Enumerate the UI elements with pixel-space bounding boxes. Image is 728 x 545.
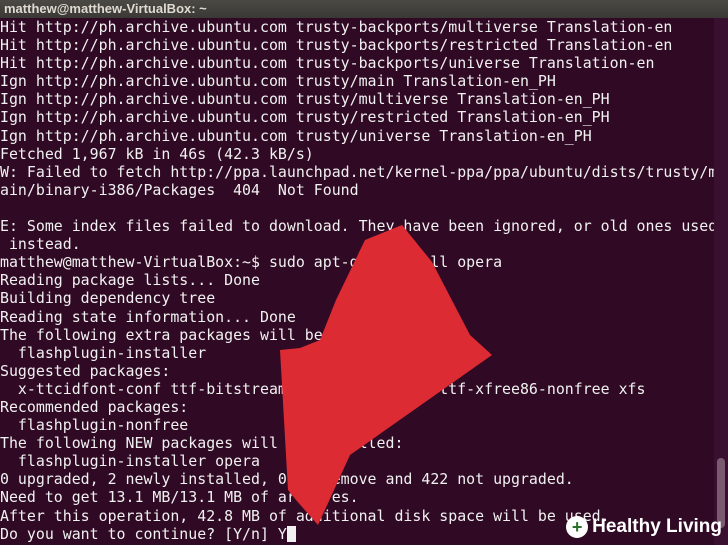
terminal-line: Reading state information... Done bbox=[0, 307, 296, 326]
terminal-line: Hit http://ph.archive.ubuntu.com trusty-… bbox=[0, 18, 673, 36]
terminal-line: The following NEW packages will be insta… bbox=[0, 434, 404, 453]
terminal-output[interactable]: Hit http://ph.archive.ubuntu.com trusty-… bbox=[0, 18, 714, 545]
watermark-text: Healthy Living bbox=[592, 516, 722, 537]
terminal-line: The following extra packages will be ins… bbox=[0, 325, 422, 344]
terminal-line: x-ttcidfont-conf ttf-bitstream-vera ttf-… bbox=[0, 379, 646, 398]
terminal-prompt-line: matthew@matthew-VirtualBox:~$ sudo apt-g… bbox=[0, 253, 503, 272]
terminal-line: Ign http://ph.archive.ubuntu.com trusty/… bbox=[0, 108, 610, 127]
terminal-line: instead. bbox=[0, 235, 81, 254]
plus-icon: + bbox=[566, 516, 589, 538]
text-cursor bbox=[286, 525, 296, 542]
terminal-line: Ign http://ph.archive.ubuntu.com trusty/… bbox=[0, 72, 556, 91]
healthy-living-watermark: + Healthy Living bbox=[566, 513, 722, 541]
scrollbar[interactable] bbox=[714, 18, 728, 545]
terminal-line: Building dependency tree bbox=[0, 289, 216, 308]
terminal-line: E: Some index files failed to download. … bbox=[0, 217, 714, 236]
terminal-line: Suggested packages: bbox=[0, 361, 171, 380]
terminal-line: flashplugin-installer bbox=[0, 343, 207, 362]
terminal-line: Ign http://ph.archive.ubuntu.com trusty/… bbox=[0, 126, 592, 145]
terminal-line: W: Failed to fetch http://ppa.launchpad.… bbox=[0, 162, 714, 181]
terminal-line: 0 upgraded, 2 newly installed, 0 to remo… bbox=[0, 470, 574, 489]
terminal-line: Fetched 1,967 kB in 46s (42.3 kB/s) bbox=[0, 144, 314, 163]
terminal-line: Recommended packages: bbox=[0, 397, 189, 416]
terminal-line: Reading package lists... Done bbox=[0, 271, 260, 290]
terminal-line: flashplugin-installer opera bbox=[0, 452, 260, 471]
window-title: matthew@matthew-VirtualBox: ~ bbox=[0, 0, 728, 18]
terminal-line: Ign http://ph.archive.ubuntu.com trusty/… bbox=[0, 90, 610, 109]
terminal-line: Hit http://ph.archive.ubuntu.com trusty-… bbox=[0, 54, 655, 73]
terminal-line: ain/binary-i386/Packages 404 Not Found bbox=[0, 180, 359, 199]
terminal-line: Hit http://ph.archive.ubuntu.com trusty-… bbox=[0, 36, 673, 55]
terminal-line: flashplugin-nonfree bbox=[0, 416, 189, 435]
terminal-line: Need to get 13.1 MB/13.1 MB of archives. bbox=[0, 488, 359, 507]
terminal-input-text: Do you want to continue? [Y/n] Y bbox=[0, 524, 287, 543]
